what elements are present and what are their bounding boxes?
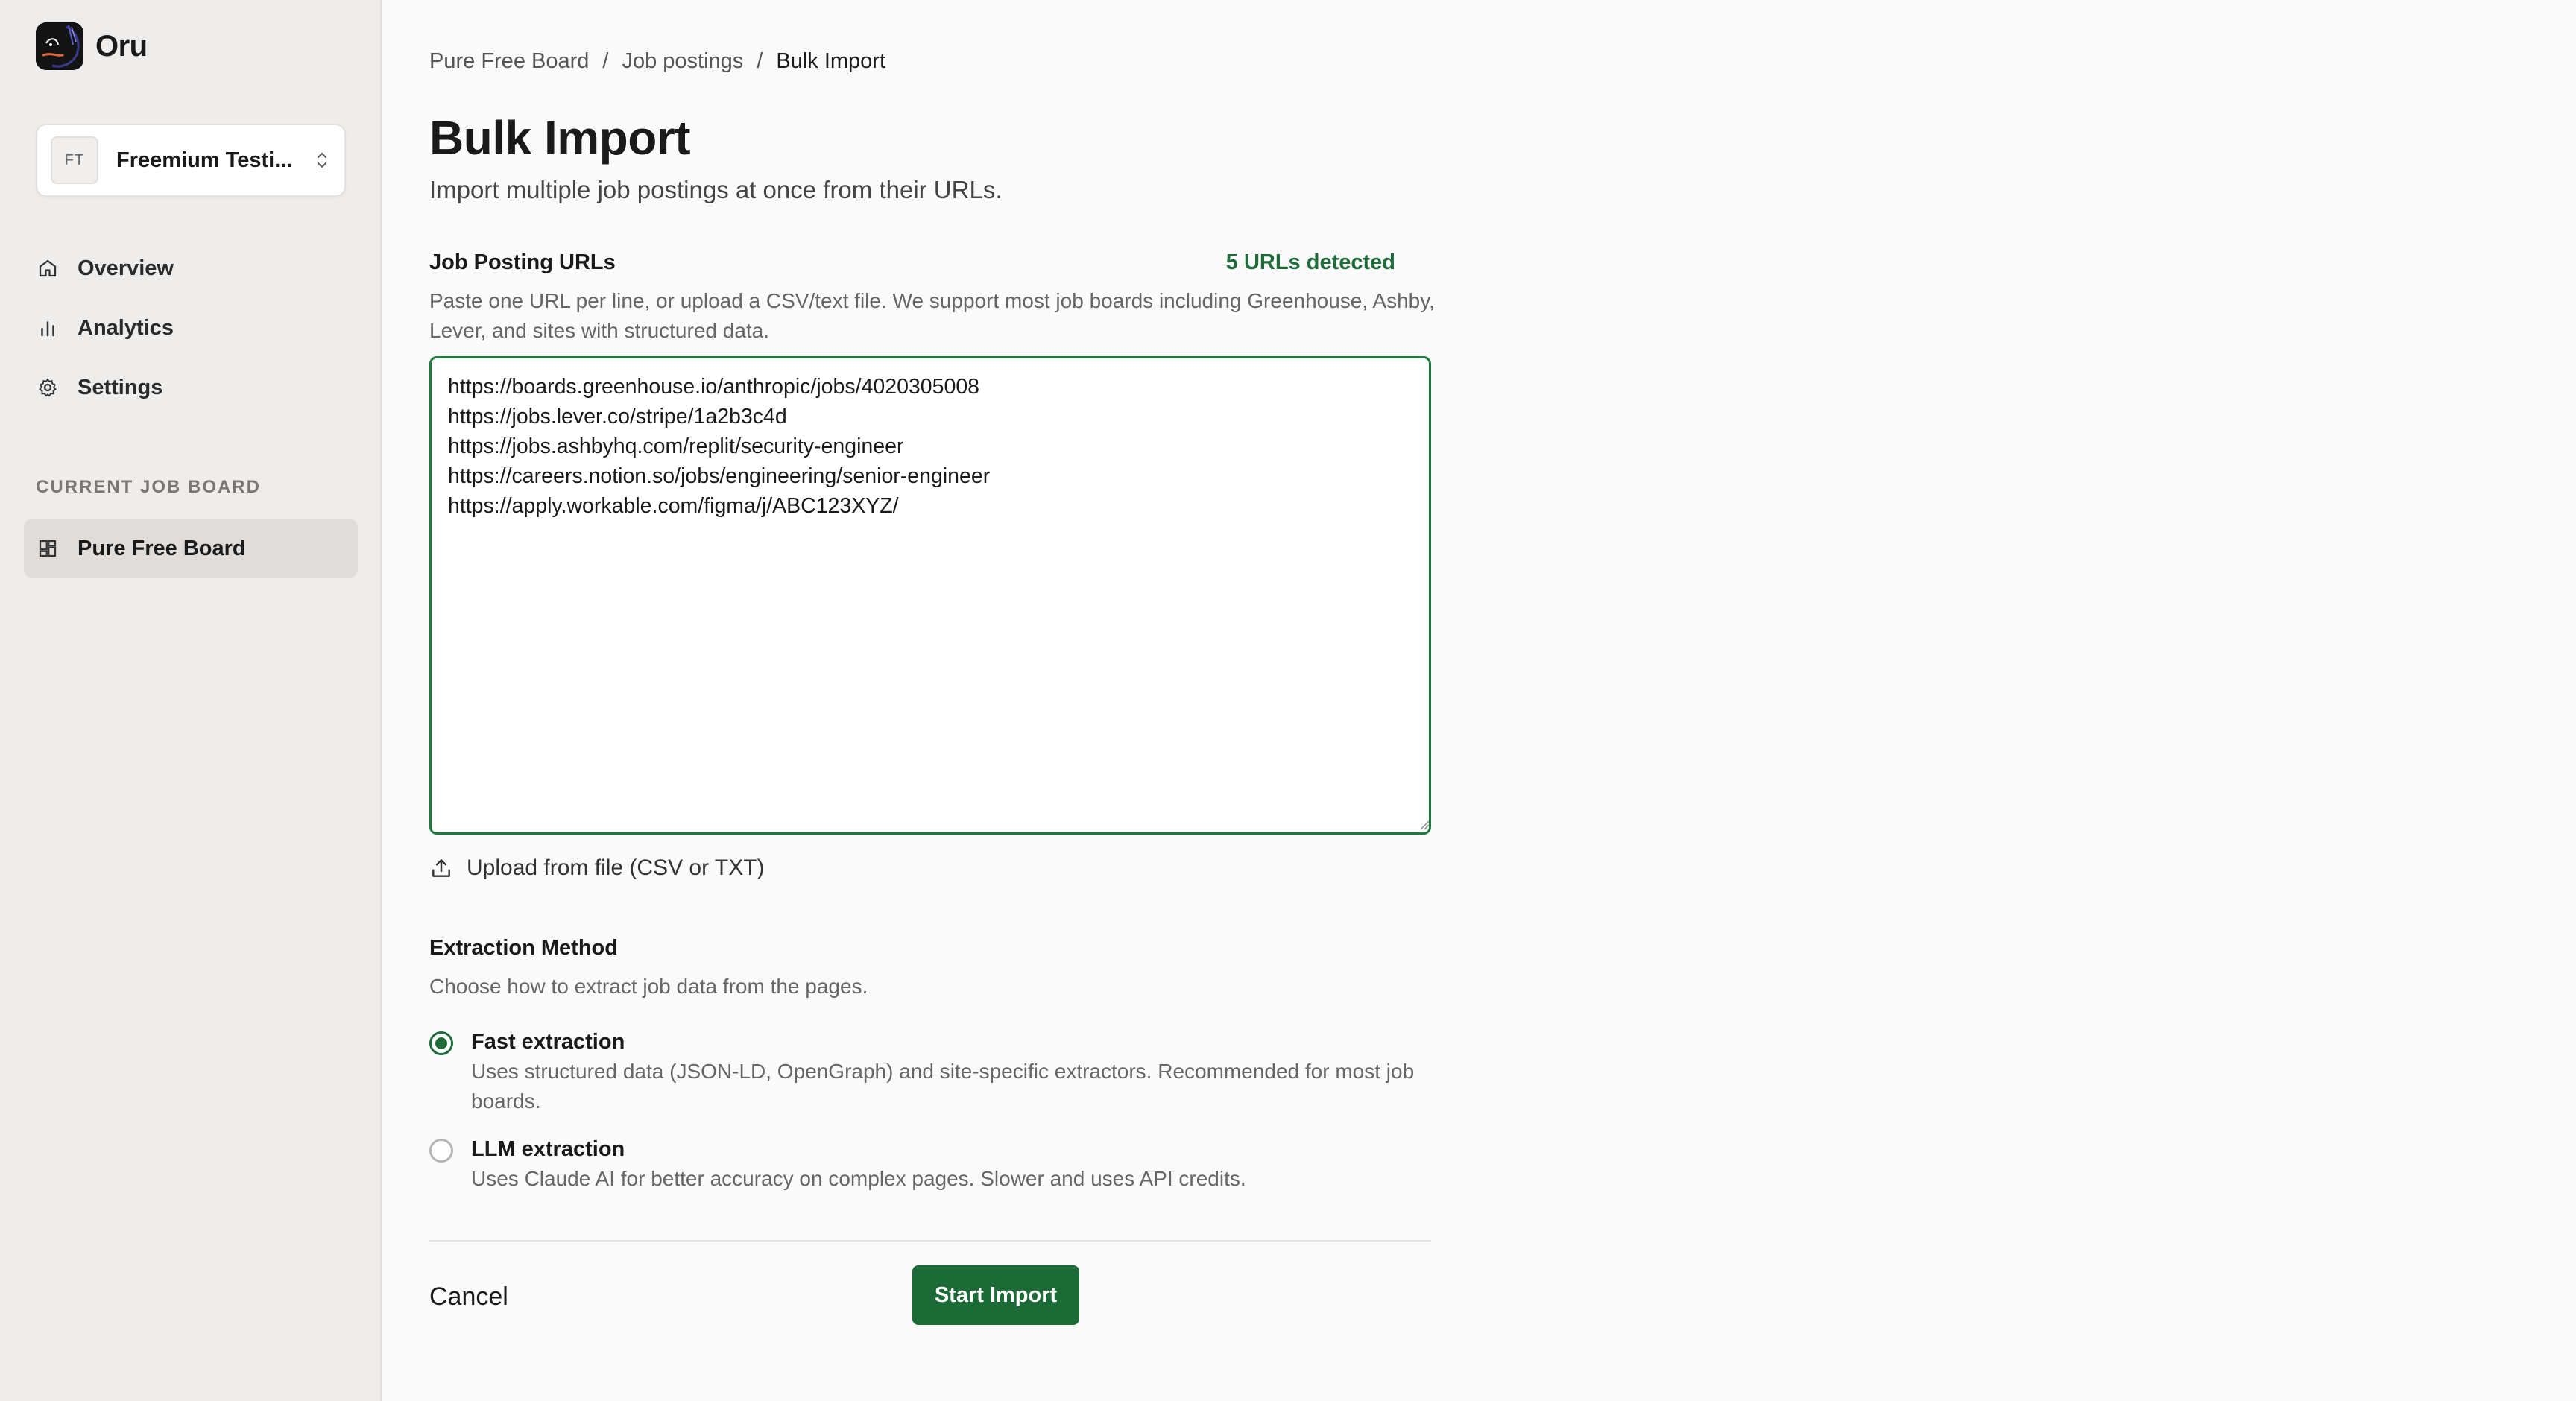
sidebar: Oru FT Freemium Testi... Overview Analyt… bbox=[0, 0, 382, 1401]
main-content: Pure Free Board / Job postings / Bulk Im… bbox=[382, 0, 2576, 1401]
radio-description: Uses structured data (JSON-LD, OpenGraph… bbox=[471, 1060, 1415, 1113]
radio-fast[interactable] bbox=[429, 1031, 453, 1055]
breadcrumb-separator: / bbox=[602, 49, 609, 73]
breadcrumb-item-board[interactable]: Pure Free Board bbox=[429, 49, 589, 74]
upload-label: Upload from file (CSV or TXT) bbox=[467, 856, 765, 880]
bar-chart-icon bbox=[36, 316, 60, 340]
org-avatar: FT bbox=[51, 136, 98, 184]
extraction-method-help: Choose how to extract job data from the … bbox=[429, 975, 868, 998]
brand-name: Oru bbox=[95, 29, 148, 63]
sidebar-item-label: Settings bbox=[78, 375, 163, 399]
radio-option-fast[interactable]: Fast extraction Uses structured data (JS… bbox=[429, 1027, 1440, 1116]
org-switcher[interactable]: FT Freemium Testi... bbox=[36, 124, 346, 197]
upload-file-button[interactable]: Upload from file (CSV or TXT) bbox=[429, 856, 765, 881]
upload-icon bbox=[432, 859, 450, 877]
radio-selected-dot bbox=[435, 1037, 447, 1049]
brand[interactable]: Oru bbox=[36, 22, 148, 70]
sidebar-nav: Overview Analytics Settings bbox=[24, 238, 358, 417]
radio-title: LLM extraction bbox=[471, 1137, 625, 1161]
home-icon bbox=[36, 256, 60, 280]
radio-option-llm[interactable]: LLM extraction Uses Claude AI for better… bbox=[429, 1134, 1440, 1194]
sidebar-item-overview[interactable]: Overview bbox=[24, 238, 358, 298]
url-count-badge: 5 URLs detected bbox=[1225, 250, 1395, 274]
current-board-section-label: CURRENT JOB BOARD bbox=[36, 477, 262, 497]
sidebar-item-current-board[interactable]: Pure Free Board bbox=[24, 519, 358, 578]
sidebar-item-label: Pure Free Board bbox=[78, 536, 246, 560]
divider bbox=[429, 1240, 1431, 1242]
chevron-up-down-icon bbox=[317, 152, 327, 168]
cancel-button[interactable]: Cancel bbox=[429, 1267, 508, 1326]
extraction-method-label: Extraction Method bbox=[429, 936, 618, 960]
radio-llm[interactable] bbox=[429, 1139, 453, 1163]
sidebar-item-settings[interactable]: Settings bbox=[24, 358, 358, 417]
resize-handle-icon[interactable] bbox=[1419, 820, 1430, 830]
page-title: Bulk Import bbox=[429, 111, 691, 165]
urls-textarea[interactable] bbox=[429, 356, 1431, 835]
start-import-button[interactable]: Start Import bbox=[912, 1265, 1079, 1325]
org-name: Freemium Testi... bbox=[116, 148, 293, 172]
breadcrumb-item-job-postings[interactable]: Job postings bbox=[622, 49, 743, 74]
sidebar-item-label: Analytics bbox=[78, 315, 174, 340]
app-root: Oru FT Freemium Testi... Overview Analyt… bbox=[0, 0, 2576, 1401]
breadcrumb-item-current: Bulk Import bbox=[776, 49, 886, 73]
urls-field-help: Paste one URL per line, or upload a CSV/… bbox=[429, 289, 1435, 342]
page-subtitle: Import multiple job postings at once fro… bbox=[429, 176, 1003, 203]
oru-logo-icon bbox=[36, 22, 83, 70]
sidebar-item-analytics[interactable]: Analytics bbox=[24, 298, 358, 358]
urls-field-label: Job Posting URLs bbox=[429, 250, 616, 274]
breadcrumb: Pure Free Board / Job postings / Bulk Im… bbox=[429, 49, 886, 74]
radio-description: Uses Claude AI for better accuracy on co… bbox=[471, 1167, 1246, 1190]
gear-icon bbox=[36, 376, 60, 399]
grid-icon bbox=[36, 537, 60, 560]
radio-title: Fast extraction bbox=[471, 1030, 625, 1054]
sidebar-item-label: Overview bbox=[78, 256, 174, 280]
breadcrumb-separator: / bbox=[757, 49, 763, 73]
